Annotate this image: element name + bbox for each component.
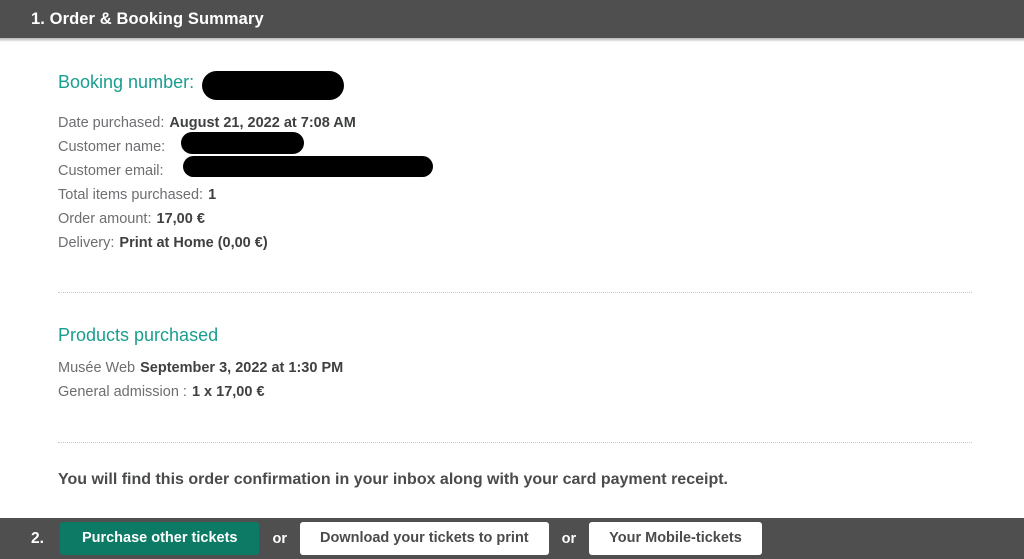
divider-above-confirmation	[58, 442, 972, 443]
purchase-other-tickets-button[interactable]: Purchase other tickets	[59, 521, 260, 556]
download-tickets-button[interactable]: Download your tickets to print	[299, 521, 549, 556]
step-2-number: 2.	[31, 529, 44, 547]
order-summary-content: Booking number: Date purchased: August 21…	[0, 42, 1024, 518]
detail-row-order-amount: Order amount: 17,00 €	[58, 211, 205, 227]
redacted-customer-name	[181, 132, 304, 154]
detail-label-total-items: Total items purchased:	[58, 187, 204, 203]
divider-above-products	[58, 292, 972, 293]
product-value-event-datetime: September 3, 2022 at 1:30 PM	[140, 360, 344, 376]
products-purchased-heading: Products purchased	[58, 325, 219, 345]
product-row-event: Musée Web September 3, 2022 at 1:30 PM	[58, 360, 343, 376]
mobile-tickets-button[interactable]: Your Mobile-tickets	[589, 521, 762, 556]
redacted-customer-email	[183, 156, 433, 177]
booking-number-label: Booking number:	[58, 72, 195, 92]
detail-value-total-items: 1	[208, 187, 217, 203]
detail-label-customer-name: Customer name:	[58, 139, 166, 155]
step-1-title: 1. Order & Booking Summary	[31, 9, 264, 28]
detail-value-date-purchased: August 21, 2022 at 7:08 AM	[169, 115, 356, 131]
product-label-event-name: Musée Web	[58, 360, 136, 376]
detail-label-order-amount: Order amount:	[58, 211, 152, 227]
detail-row-customer-name: Customer name:	[58, 139, 165, 155]
detail-row-total-items: Total items purchased: 1	[58, 187, 216, 203]
detail-label-date-purchased: Date purchased:	[58, 115, 165, 131]
product-label-admission: General admission :	[58, 384, 187, 400]
redacted-booking-number	[202, 71, 344, 100]
or-separator-1: or	[272, 530, 287, 547]
detail-row-date-purchased: Date purchased: August 21, 2022 at 7:08 A…	[58, 115, 356, 131]
product-row-admission: General admission :1 x 17,00 €	[58, 384, 265, 400]
detail-row-customer-email: Customer email:	[58, 163, 164, 179]
detail-label-customer-email: Customer email:	[58, 163, 164, 179]
product-value-admission-qty-price: 1 x 17,00 €	[191, 384, 265, 400]
detail-label-delivery: Delivery:	[58, 235, 115, 251]
detail-value-delivery: Print at Home (0,00 €)	[119, 235, 268, 251]
detail-value-order-amount: 17,00 €	[156, 211, 205, 227]
step-1-header-bar: 1. Order & Booking Summary	[0, 0, 1024, 38]
detail-row-delivery: Delivery: Print at Home (0,00 €)	[58, 235, 268, 251]
confirmation-message: You will find this order confirmation in…	[58, 471, 728, 488]
or-separator-2: or	[561, 530, 577, 547]
step-2-action-bar: 2. Purchase other tickets or Download yo…	[0, 518, 1024, 559]
